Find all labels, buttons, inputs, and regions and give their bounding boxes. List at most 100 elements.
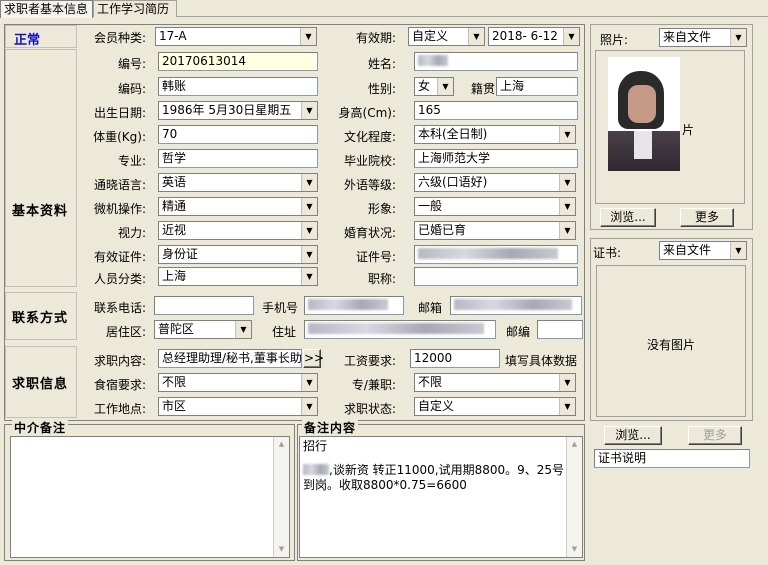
chevron-down-icon: ▼ [235,321,251,338]
photo-browse-button[interactable]: 浏览... [600,208,656,227]
height-field[interactable]: 165 [414,101,578,120]
id-no-field[interactable] [414,245,578,264]
lang-level-label: 外语等级: [343,178,396,192]
tab-bar: 求职者基本信息 工作学习简历 [0,0,768,18]
origin-field[interactable]: 上海 [496,77,578,96]
mobile-field[interactable] [304,296,404,315]
tab-basic-info[interactable]: 求职者基本信息 [0,0,93,18]
gender-label: 性别: [367,82,396,96]
chevron-down-icon: ▼ [730,29,746,46]
chevron-down-icon: ▼ [301,198,317,215]
phone-field[interactable] [154,296,254,315]
chevron-down-icon: ▼ [559,222,575,239]
remark-scrollbar[interactable]: ▲ ▼ [566,437,582,557]
redacted-id [418,248,558,259]
cert-browse-button[interactable]: 浏览... [604,426,662,445]
remark-line-3: 到岗。收取8800*0.75=6600 [303,478,467,492]
job-type-label: 专/兼职: [351,378,396,392]
job-content-field[interactable]: 总经理助理/秘书,董事长助 [158,349,302,368]
salary-field[interactable]: 12000 [410,349,500,368]
edu-select[interactable]: 本科(全日制) ▼ [414,125,576,144]
vision-select[interactable]: 近视 ▼ [158,221,318,240]
photo-source-select[interactable]: 来自文件 ▼ [659,28,747,47]
zip-field[interactable] [537,320,583,339]
mobile-label: 手机号 [261,301,298,315]
remark-line-1: 招行 [303,439,328,453]
category-label: 人员分类: [93,272,146,286]
applicant-photo [608,57,680,171]
lang-select[interactable]: 英语 ▼ [158,173,318,192]
scroll-up-icon[interactable]: ▲ [274,437,289,452]
chevron-down-icon: ▼ [559,174,575,191]
id-no-label: 证件号: [355,250,396,264]
address-field[interactable] [304,320,496,339]
cert-source-select[interactable]: 来自文件 ▼ [659,241,747,260]
major-field[interactable]: 哲学 [158,149,318,168]
chevron-down-icon: ▼ [559,198,575,215]
weight-field[interactable]: 70 [158,125,318,144]
location-select[interactable]: 市区 ▼ [158,397,318,416]
cert-note-field[interactable]: 证书说明 [594,449,750,468]
agency-note-scrollbar[interactable]: ▲ ▼ [273,437,289,557]
job-type-select[interactable]: 不限 ▼ [414,373,576,392]
scroll-up-icon[interactable]: ▲ [567,437,582,452]
location-label: 工作地点: [93,402,146,416]
code-field[interactable]: 韩账 [158,77,318,96]
id-type-select[interactable]: 身份证 ▼ [158,245,318,264]
image-select[interactable]: 一般 ▼ [414,197,576,216]
remark-line-2: ,谈新资 转正11000,试用期8800。9、25号 [303,463,579,478]
id-type-label: 有效证件: [93,250,146,264]
gender-select[interactable]: 女 ▼ [414,77,454,96]
validity-mode-select[interactable]: 自定义 ▼ [408,27,485,46]
title-field[interactable] [414,267,578,286]
tab-resume[interactable]: 工作学习简历 [93,0,177,17]
school-field[interactable]: 上海师范大学 [414,149,578,168]
redacted-email [454,299,572,310]
photo-caption: 片 [682,123,695,137]
computer-label: 微机操作: [93,202,146,216]
cert-label: 证书: [593,246,622,260]
agency-note-textarea[interactable]: ▲ ▼ [10,436,290,558]
job-state-label: 求职状态: [343,402,396,416]
number-label: 编号: [117,57,146,71]
job-state-select[interactable]: 自定义 ▼ [414,397,576,416]
code-label: 编码: [117,82,146,96]
board-select[interactable]: 不限 ▼ [158,373,318,392]
email-field[interactable] [450,296,582,315]
school-label: 毕业院校: [343,154,396,168]
status-text: 正常 [14,33,41,48]
chevron-down-icon: ▼ [301,246,317,263]
lang-level-select[interactable]: 六级(口语好) ▼ [414,173,576,192]
scroll-down-icon[interactable]: ▼ [567,542,582,557]
photo-more-button[interactable]: 更多 [680,208,734,227]
marital-select[interactable]: 已婚已育 ▼ [414,221,576,240]
job-content-more-button[interactable]: >> [303,349,324,368]
lang-label: 通晓语言: [93,178,146,192]
member-type-select[interactable]: 17-A ▼ [155,27,317,46]
redacted-address [308,323,484,334]
category-select[interactable]: 上海 ▼ [158,267,318,286]
birth-date-picker[interactable]: 1986年 5月30日星期五 ▼ [158,101,318,120]
scroll-down-icon[interactable]: ▼ [274,542,289,557]
remark-textarea[interactable]: 招行 ,谈新资 转正11000,试用期8800。9、25号 到岗。收取8800*… [299,436,583,558]
contact-section-title: 联系方式 [12,311,69,326]
district-select[interactable]: 普陀区 ▼ [154,320,252,339]
name-label: 姓名: [367,57,396,71]
number-field[interactable]: 20170613014 [158,52,318,71]
weight-label: 体重(Kg): [93,130,146,144]
validity-date-picker[interactable]: 2018- 6-12 ▼ [488,27,580,46]
computer-select[interactable]: 精通 ▼ [158,197,318,216]
title-label: 职称: [367,272,396,286]
edu-label: 文化程度: [343,130,396,144]
email-label: 邮箱 [417,301,442,315]
redacted-name [418,55,448,66]
chevron-down-icon: ▼ [559,126,575,143]
chevron-down-icon: ▼ [301,102,317,119]
chevron-down-icon: ▼ [563,28,579,45]
name-field[interactable] [414,52,578,71]
chevron-down-icon: ▼ [559,374,575,391]
cert-empty-text: 没有图片 [646,338,695,352]
chevron-down-icon: ▼ [301,374,317,391]
agency-note-title: 中介备注 [12,419,69,436]
address-label: 住址 [271,325,296,339]
